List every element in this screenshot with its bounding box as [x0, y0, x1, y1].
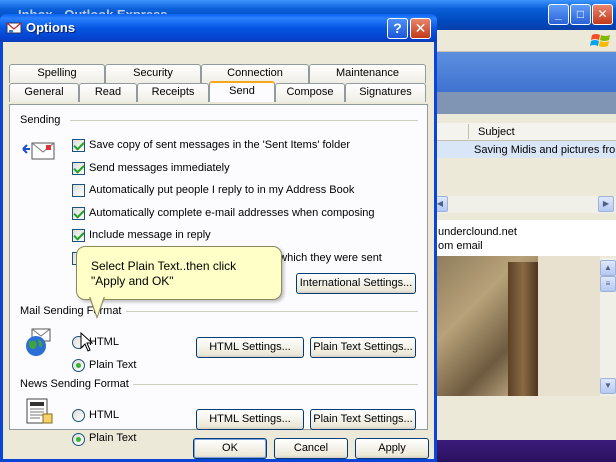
include-message-checkbox[interactable] [72, 229, 85, 242]
send-mail-icon [22, 142, 55, 160]
preview-header: underclound.net om email [430, 220, 616, 256]
news-icon [26, 398, 53, 424]
tab-signatures[interactable]: Signatures [345, 83, 426, 102]
scroll-down-icon[interactable]: ▼ [600, 378, 616, 394]
news-html-settings-button[interactable]: HTML Settings... [196, 409, 304, 430]
windows-logo-icon [590, 34, 610, 47]
options-window-icon [6, 22, 22, 34]
mail-plain-text-label: Plain Text [89, 359, 137, 371]
subject-column-header[interactable]: Subject [478, 126, 515, 138]
mouse-cursor-icon [80, 332, 94, 352]
tab-read[interactable]: Read [79, 83, 137, 102]
options-dialog: Options ? ✕ Spelling Security Connection… [0, 14, 437, 462]
cancel-button[interactable]: Cancel [274, 438, 348, 459]
tooltip-pointer-fill [90, 296, 104, 316]
news-html-radio[interactable] [72, 409, 85, 422]
globe-mail-icon [26, 328, 51, 356]
send-immediately-label: Send messages immediately [89, 162, 230, 174]
tooltip-line-2: "Apply and OK" [91, 274, 174, 288]
save-sent-copy-label: Save copy of sent messages in the 'Sent … [89, 139, 351, 151]
instruction-tooltip: Select Plain Text..then click "Apply and… [76, 246, 282, 319]
autocomplete-addresses-label: Automatically complete e-mail addresses … [89, 207, 375, 219]
news-plain-text-settings-button[interactable]: Plain Text Settings... [310, 409, 416, 430]
desktop-band [430, 440, 616, 462]
mail-plain-text-radio[interactable] [72, 359, 85, 372]
ok-button[interactable]: OK [193, 438, 267, 459]
autocomplete-addresses-checkbox[interactable] [72, 207, 85, 220]
sending-divider [70, 120, 418, 121]
tab-spelling[interactable]: Spelling [9, 64, 105, 83]
tab-general[interactable]: General [9, 83, 79, 102]
outlook-header-band [430, 52, 616, 92]
auto-address-book-checkbox[interactable] [72, 184, 85, 197]
preview-line: om email [438, 240, 483, 252]
scroll-up-icon[interactable]: ▲ [600, 260, 616, 276]
scroll-thumb[interactable]: ≡ [600, 276, 616, 292]
scroll-right-icon[interactable]: ▶ [598, 196, 614, 212]
news-format-group-label: News Sending Format [20, 378, 133, 390]
mail-html-settings-button[interactable]: HTML Settings... [196, 337, 304, 358]
tooltip-line-1: Select Plain Text..then click [91, 259, 237, 273]
send-immediately-checkbox[interactable] [72, 162, 85, 175]
mail-plain-text-settings-button[interactable]: Plain Text Settings... [310, 337, 416, 358]
tab-security[interactable]: Security [105, 64, 201, 83]
international-settings-button[interactable]: International Settings... [296, 273, 416, 294]
mail-format-group-label: Mail Sending Format [20, 305, 126, 317]
close-button[interactable]: ✕ [592, 4, 613, 25]
tab-send[interactable]: Send [209, 81, 275, 102]
auto-address-book-label: Automatically put people I reply to in m… [89, 184, 355, 196]
maximize-button[interactable]: □ [570, 4, 591, 25]
message-list-header [430, 123, 616, 141]
options-title: Options [26, 20, 76, 35]
options-title-bar[interactable]: Options ? ✕ [0, 14, 437, 42]
tooltip-text: Select Plain Text..then click "Apply and… [91, 259, 277, 289]
tab-maintenance[interactable]: Maintenance [309, 64, 426, 83]
message-list-hscrollbar[interactable]: ◀ ▶ [430, 196, 616, 213]
message-subject: Saving Midis and pictures from [474, 144, 616, 156]
preview-image [430, 256, 600, 396]
message-list-row[interactable]: Saving Midis and pictures from [430, 141, 616, 158]
tab-receipts[interactable]: Receipts [137, 83, 209, 102]
news-plain-text-radio[interactable] [72, 433, 85, 446]
outlook-folder-band [430, 92, 616, 114]
help-button[interactable]: ? [387, 18, 408, 39]
dialog-close-button[interactable]: ✕ [410, 18, 431, 39]
news-html-label: HTML [89, 409, 119, 421]
sending-group-label: Sending [20, 114, 65, 126]
news-plain-text-label: Plain Text [89, 432, 137, 444]
include-message-label: Include message in reply [89, 229, 211, 241]
apply-button[interactable]: Apply [355, 438, 429, 459]
outlook-status-area [430, 396, 616, 416]
tab-compose[interactable]: Compose [275, 83, 345, 102]
preview-from: underclound.net [438, 226, 517, 238]
minimize-button[interactable]: _ [548, 4, 569, 25]
save-sent-copy-checkbox[interactable] [72, 139, 85, 152]
preview-vscrollbar[interactable]: ▲ ≡ ▼ [600, 258, 616, 396]
